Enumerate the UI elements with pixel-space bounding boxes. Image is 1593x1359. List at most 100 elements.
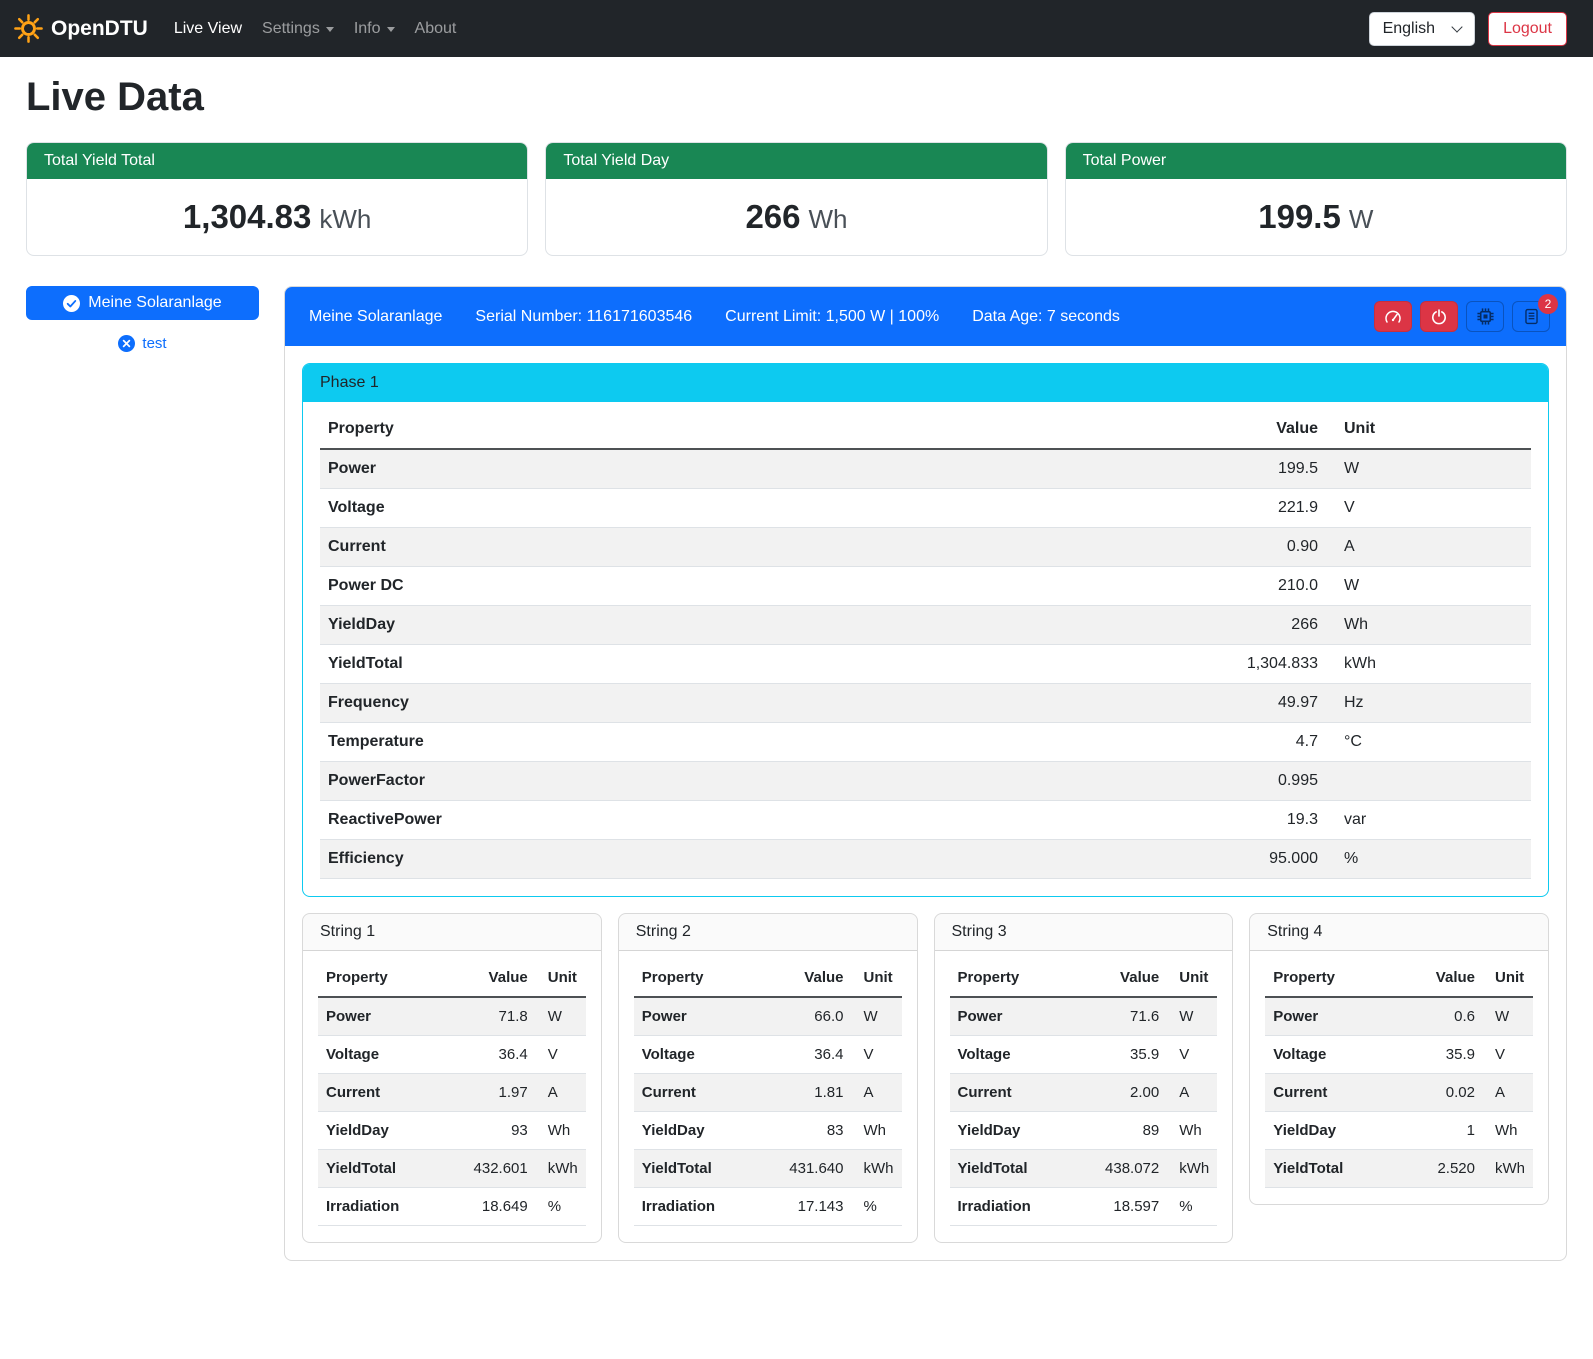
- value-cell: 4.7: [1176, 723, 1326, 762]
- table-row: Voltage 36.4 V: [634, 1036, 902, 1074]
- string-table: Property Value Unit Power 66.0 W Voltage…: [634, 959, 902, 1226]
- content-row: Meine Solaranlage test Meine Solaranlage…: [26, 286, 1567, 1261]
- inverter-name: test: [142, 335, 166, 352]
- inverter-select-button-test[interactable]: test: [26, 335, 259, 352]
- nav-item-label: Settings: [262, 20, 320, 38]
- value-cell: 0.02: [1411, 1074, 1483, 1112]
- table-row: Voltage 36.4 V: [318, 1036, 586, 1074]
- event-log-button[interactable]: 2: [1512, 301, 1550, 332]
- table-row: Irradiation 18.649 %: [318, 1188, 586, 1226]
- property-cell: Current: [320, 528, 1176, 567]
- value-cell: 66.0: [780, 997, 852, 1036]
- col-property: Property: [320, 410, 1176, 449]
- property-cell: Irradiation: [634, 1188, 780, 1226]
- limit-settings-button[interactable]: [1374, 301, 1412, 332]
- table-header-row: Property Value Unit: [320, 410, 1531, 449]
- string-card-3: String 3 Property Value Unit Power: [934, 913, 1234, 1243]
- property-cell: YieldDay: [634, 1112, 780, 1150]
- value-cell: 18.649: [464, 1188, 536, 1226]
- string-table: Property Value Unit Power 71.8 W Voltage…: [318, 959, 586, 1226]
- logout-button[interactable]: Logout: [1488, 12, 1567, 46]
- table-row: YieldDay 1 Wh: [1265, 1112, 1533, 1150]
- table-row: YieldTotal 432.601 kWh: [318, 1150, 586, 1188]
- value-cell: 35.9: [1095, 1036, 1167, 1074]
- string-title: String 3: [935, 914, 1233, 951]
- inverter-name: Meine Solaranlage: [88, 294, 221, 312]
- value-cell: 2.00: [1095, 1074, 1167, 1112]
- sun-logo-icon: [13, 13, 44, 44]
- unit-cell: Hz: [1326, 684, 1531, 723]
- nav-item-live-view[interactable]: Live View: [164, 12, 252, 46]
- nav-item-settings[interactable]: Settings: [252, 12, 344, 46]
- table-row: Current 2.00 A: [950, 1074, 1218, 1112]
- unit-cell: [1326, 762, 1531, 801]
- col-unit: Unit: [1483, 959, 1533, 997]
- table-header-row: Property Value Unit: [634, 959, 902, 997]
- nav-item-about[interactable]: About: [405, 12, 467, 46]
- summary-cards-row: Total Yield Total 1,304.83kWh Total Yiel…: [26, 142, 1567, 256]
- table-row: Voltage 35.9 V: [950, 1036, 1218, 1074]
- table-row: YieldTotal 1,304.833 kWh: [320, 645, 1531, 684]
- nav-item-info[interactable]: Info: [344, 12, 405, 46]
- brand-link[interactable]: OpenDTU: [13, 13, 148, 44]
- panel-inverter-name: Meine Solaranlage: [309, 308, 442, 326]
- event-count-badge: 2: [1538, 294, 1558, 314]
- nav-links: Live View Settings Info About: [164, 12, 467, 46]
- property-cell: YieldTotal: [950, 1150, 1096, 1188]
- inverter-sidebar: Meine Solaranlage test: [26, 286, 259, 352]
- property-cell: Current: [1265, 1074, 1411, 1112]
- chevron-down-icon: [326, 27, 334, 32]
- unit-cell: W: [852, 997, 902, 1036]
- unit-cell: V: [1326, 489, 1531, 528]
- value-cell: 71.8: [464, 997, 536, 1036]
- value-cell: 432.601: [464, 1150, 536, 1188]
- unit-cell: A: [852, 1074, 902, 1112]
- strings-row: String 1 Property Value Unit Power: [302, 913, 1549, 1243]
- value-cell: 89: [1095, 1112, 1167, 1150]
- property-cell: Power: [320, 449, 1176, 489]
- string-title: String 4: [1250, 914, 1548, 951]
- value-cell: 18.597: [1095, 1188, 1167, 1226]
- phase-card: Phase 1 Property Value Unit Power 199.5 …: [302, 363, 1549, 897]
- value-cell: 83: [780, 1112, 852, 1150]
- inverter-panel-header: Meine Solaranlage Serial Number: 1161716…: [285, 287, 1566, 346]
- property-cell: PowerFactor: [320, 762, 1176, 801]
- table-row: PowerFactor 0.995: [320, 762, 1531, 801]
- value-cell: 49.97: [1176, 684, 1326, 723]
- power-button[interactable]: [1420, 301, 1458, 332]
- table-row: YieldDay 266 Wh: [320, 606, 1531, 645]
- property-cell: YieldDay: [320, 606, 1176, 645]
- property-cell: YieldDay: [1265, 1112, 1411, 1150]
- unit-cell: V: [1167, 1036, 1217, 1074]
- value-cell: 95.000: [1176, 840, 1326, 879]
- chevron-down-icon: [1451, 21, 1462, 32]
- value-cell: 36.4: [464, 1036, 536, 1074]
- device-info-button[interactable]: [1466, 301, 1504, 332]
- table-row: YieldDay 83 Wh: [634, 1112, 902, 1150]
- table-row: Voltage 221.9 V: [320, 489, 1531, 528]
- property-cell: YieldDay: [950, 1112, 1096, 1150]
- property-cell: YieldTotal: [318, 1150, 464, 1188]
- summary-value: 1,304.83: [183, 198, 311, 235]
- unit-cell: V: [852, 1036, 902, 1074]
- property-cell: Voltage: [320, 489, 1176, 528]
- property-cell: Efficiency: [320, 840, 1176, 879]
- inverter-select-button-active[interactable]: Meine Solaranlage: [26, 286, 259, 320]
- col-value: Value: [1176, 410, 1326, 449]
- table-row: Power 66.0 W: [634, 997, 902, 1036]
- col-property: Property: [1265, 959, 1411, 997]
- table-row: YieldTotal 2.520 kWh: [1265, 1150, 1533, 1188]
- unit-cell: W: [1167, 997, 1217, 1036]
- panel-data-age: Data Age: 7 seconds: [972, 308, 1120, 326]
- table-row: Power 0.6 W: [1265, 997, 1533, 1036]
- brand-name: OpenDTU: [51, 17, 148, 41]
- inverter-panel-body: Phase 1 Property Value Unit Power 199.5 …: [285, 346, 1566, 1260]
- col-value: Value: [1411, 959, 1483, 997]
- unit-cell: %: [1167, 1188, 1217, 1226]
- property-cell: Current: [634, 1074, 780, 1112]
- language-select[interactable]: English: [1369, 12, 1475, 46]
- table-row: Power DC 210.0 W: [320, 567, 1531, 606]
- unit-cell: kWh: [1167, 1150, 1217, 1188]
- table-row: Temperature 4.7 °C: [320, 723, 1531, 762]
- unit-cell: Wh: [536, 1112, 586, 1150]
